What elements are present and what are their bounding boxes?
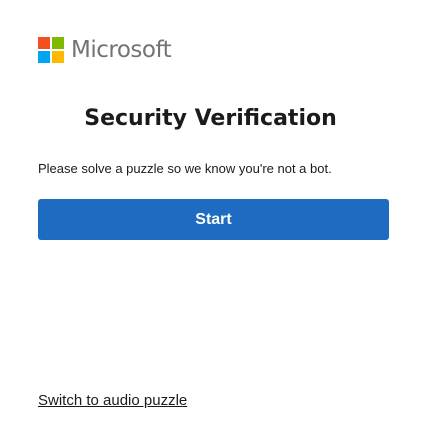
logo-square-blue [38, 51, 50, 63]
microsoft-brand: Microsoft [38, 36, 172, 64]
logo-square-yellow [52, 51, 64, 63]
start-button[interactable]: Start [38, 199, 389, 240]
brand-name: Microsoft [71, 37, 172, 63]
microsoft-logo-icon [38, 37, 64, 63]
logo-square-red [38, 37, 50, 49]
logo-square-green [52, 37, 64, 49]
switch-to-audio-link[interactable]: Switch to audio puzzle [38, 391, 187, 411]
page-title: Security Verification [84, 106, 337, 131]
instructions-text: Please solve a puzzle so we know you're … [38, 161, 332, 176]
